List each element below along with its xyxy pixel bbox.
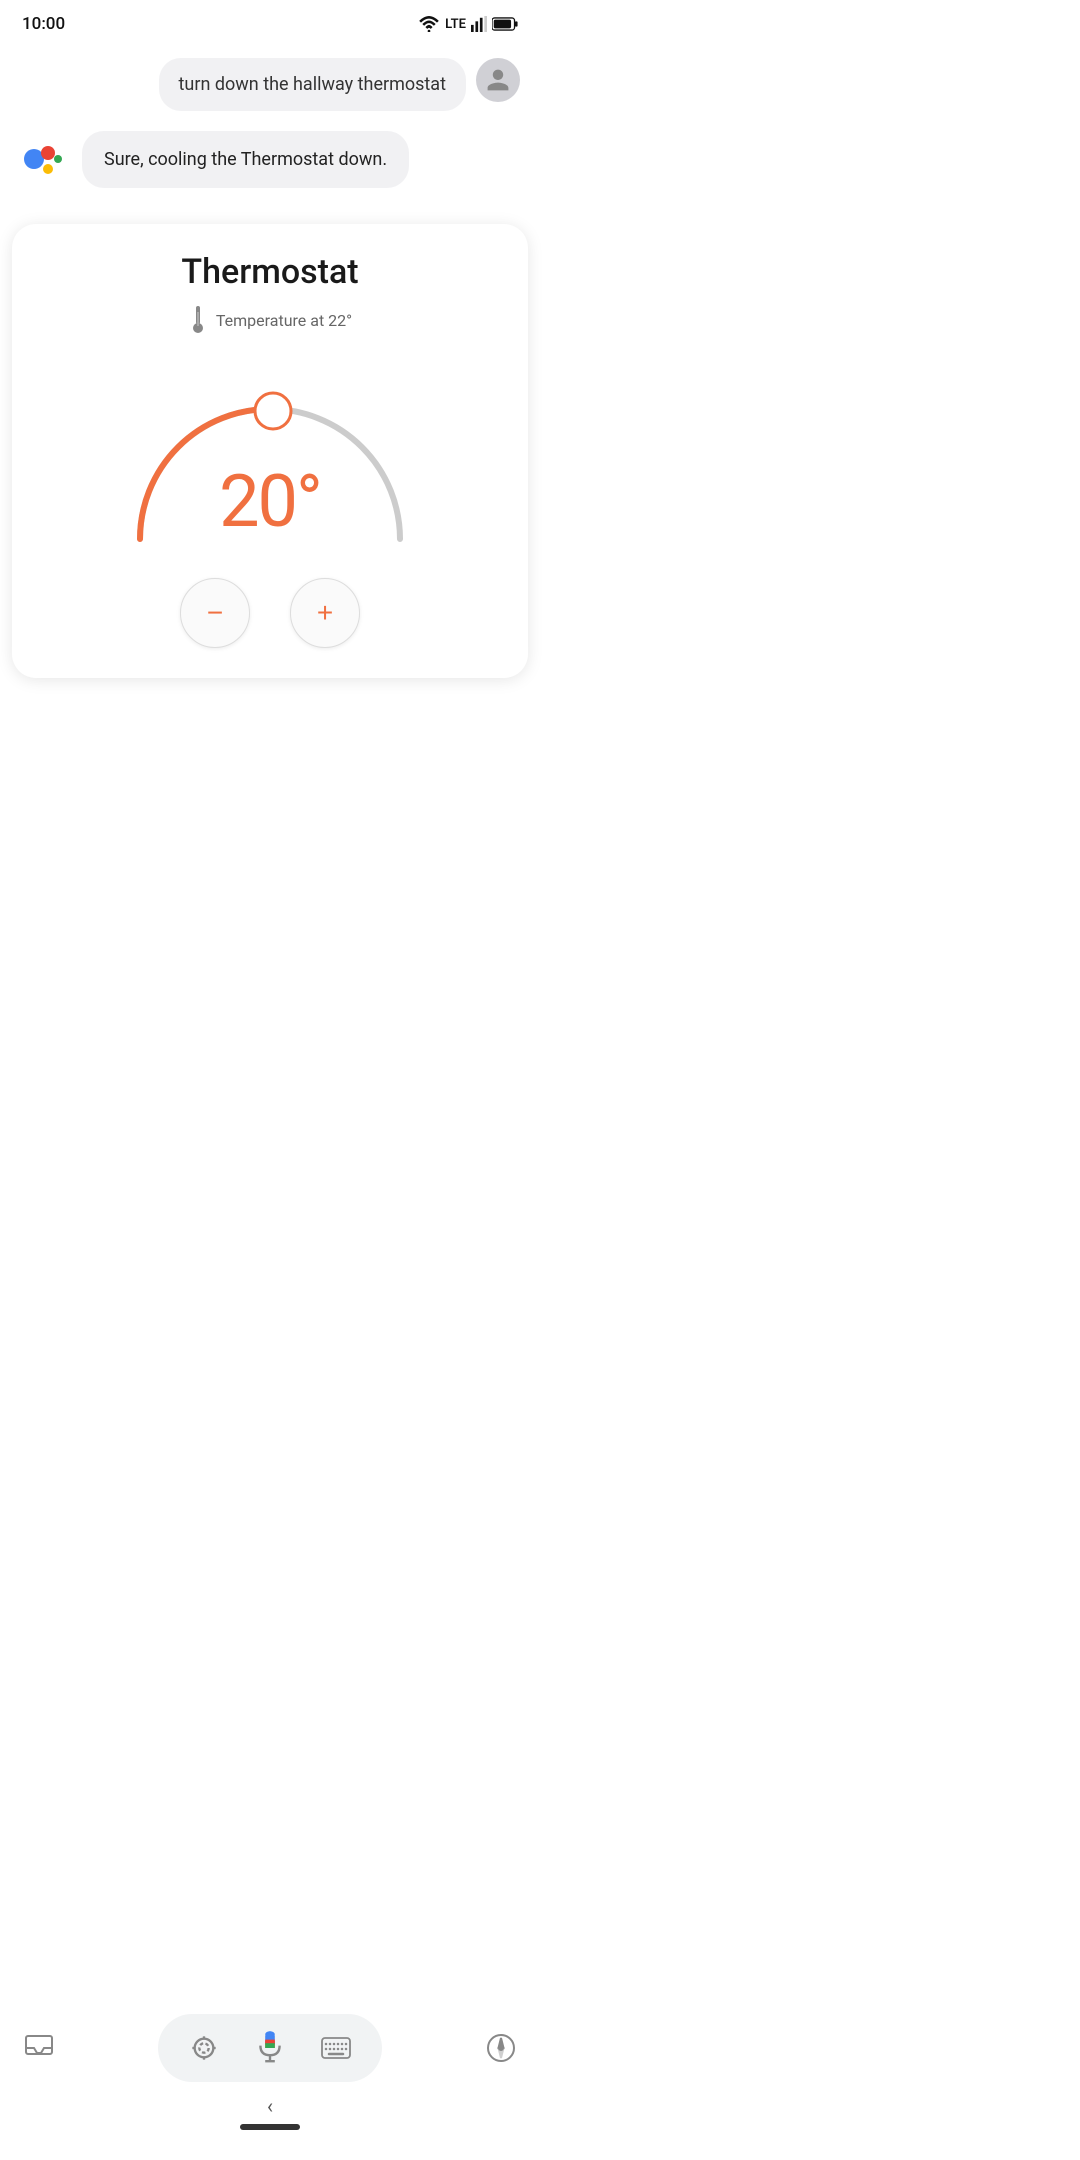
status-icons: LTE	[418, 16, 518, 32]
signal-icon	[471, 16, 487, 32]
user-bubble: turn down the hallway thermostat	[159, 58, 466, 111]
battery-icon	[492, 17, 518, 31]
google-assistant-logo	[20, 133, 72, 185]
home-pill[interactable]	[240, 2124, 300, 2130]
temp-label: Temperature at 22°	[216, 311, 352, 330]
tray-icon[interactable]	[24, 2034, 54, 2062]
dial-container: 20°	[110, 354, 430, 554]
thermostat-card: Thermostat Temperature at 22° 20° − +	[12, 224, 528, 678]
person-icon	[485, 67, 511, 93]
bottom-bar: ‹	[0, 2002, 540, 2160]
lens-button[interactable]	[180, 2024, 228, 2072]
increase-button[interactable]: +	[290, 578, 360, 648]
thermometer-icon	[188, 306, 208, 334]
thermostat-title: Thermostat	[32, 252, 508, 292]
microphone-button[interactable]	[246, 2024, 294, 2072]
chat-area: turn down the hallway thermostat Sure, c…	[0, 42, 540, 214]
temp-label-row: Temperature at 22°	[32, 306, 508, 334]
lte-label: LTE	[445, 17, 466, 32]
assistant-row: Sure, cooling the Thermostat down.	[20, 131, 520, 188]
compass-icon[interactable]	[486, 2033, 516, 2063]
input-pill	[158, 2014, 382, 2082]
wifi-icon	[418, 16, 440, 32]
user-message-row: turn down the hallway thermostat	[20, 58, 520, 111]
temp-display: 20°	[219, 459, 321, 544]
thermostat-controls: − +	[32, 578, 508, 648]
user-avatar	[476, 58, 520, 102]
decrease-button[interactable]: −	[180, 578, 250, 648]
status-time: 10:00	[22, 14, 65, 34]
status-bar: 10:00 LTE	[0, 0, 540, 42]
nav-row	[0, 2014, 540, 2082]
keyboard-button[interactable]	[312, 2024, 360, 2072]
assistant-bubble: Sure, cooling the Thermostat down.	[82, 131, 409, 188]
back-button[interactable]: ‹	[267, 2094, 273, 2118]
